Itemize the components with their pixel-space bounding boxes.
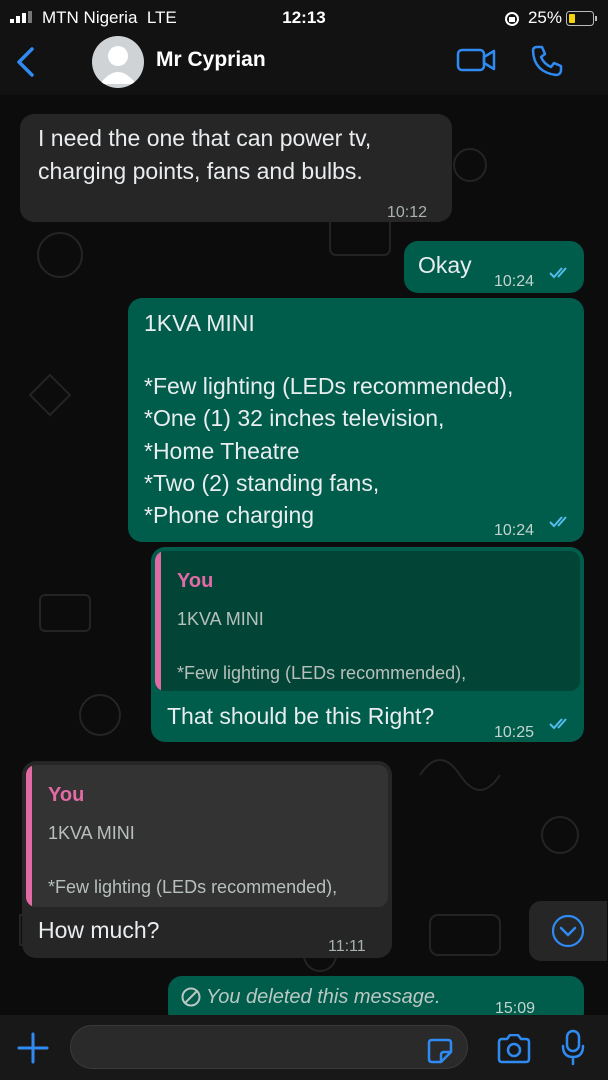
camera-icon[interactable] xyxy=(496,1034,532,1064)
message-text-line: *One (1) 32 inches television, xyxy=(144,405,445,431)
voice-call-icon[interactable] xyxy=(530,44,564,78)
status-bar: MTN Nigeria LTE 12:13 25% xyxy=(0,4,608,30)
microphone-icon[interactable] xyxy=(560,1029,586,1067)
top-bar: MTN Nigeria LTE 12:13 25% Mr Cyprian xyxy=(0,0,608,95)
quote-text: 1KVA MINI xyxy=(177,609,264,629)
quoted-message[interactable]: You 1KVA MINI *Few lighting (LEDs recomm… xyxy=(155,551,580,691)
message-text-line: 1KVA MINI xyxy=(144,310,255,336)
quote-text: *Few lighting (LEDs recommended), xyxy=(177,663,467,683)
chat-header: Mr Cyprian xyxy=(0,30,608,92)
message-time: 10:24 xyxy=(494,522,535,539)
quote-text: *Few lighting (LEDs recommended), xyxy=(48,877,338,897)
message-outgoing[interactable]: 1KVA MINI *Few lighting (LEDs recommende… xyxy=(128,298,584,542)
quote-accent-bar xyxy=(155,551,161,691)
scroll-down-button[interactable] xyxy=(529,901,607,961)
quoted-message[interactable]: You 1KVA MINI *Few lighting (LEDs recomm… xyxy=(26,765,388,907)
message-text-line: How much? xyxy=(38,917,160,943)
default-avatar-icon xyxy=(100,46,136,84)
message-text-line: *Phone charging xyxy=(144,502,315,528)
message-incoming[interactable]: You 1KVA MINI *Few lighting (LEDs recomm… xyxy=(22,761,392,958)
contact-name[interactable]: Mr Cyprian xyxy=(156,48,266,72)
message-incoming[interactable]: I need the one that can power tv, chargi… xyxy=(20,114,452,222)
video-call-icon[interactable] xyxy=(456,46,496,74)
battery-percent: 25% xyxy=(527,8,562,27)
plus-icon[interactable] xyxy=(16,1031,50,1065)
message-text-line: I need the one that can power tv, xyxy=(38,125,372,151)
battery-icon xyxy=(566,11,597,26)
avatar[interactable] xyxy=(92,36,144,88)
back-chevron-icon[interactable] xyxy=(14,46,38,78)
message-text-line: charging points, fans and bulbs. xyxy=(38,158,363,184)
read-receipt-icon xyxy=(549,718,567,730)
rotation-lock-icon xyxy=(505,12,519,26)
deleted-icon xyxy=(181,987,201,1007)
message-time: 10:12 xyxy=(387,204,428,221)
message-text-line: Okay xyxy=(418,252,472,278)
deleted-message-text: You deleted this message. xyxy=(206,986,441,1008)
message-text-line: *Home Theatre xyxy=(144,438,300,464)
message-time: 11:11 xyxy=(328,938,366,955)
quote-author: You xyxy=(177,570,214,592)
quote-author: You xyxy=(48,784,85,806)
scroll-down-icon xyxy=(551,914,585,948)
sticker-icon[interactable] xyxy=(426,1037,454,1065)
quote-accent-bar xyxy=(26,765,32,907)
message-text-line: That should be this Right? xyxy=(167,703,435,729)
message-time: 10:25 xyxy=(494,724,535,741)
read-receipt-icon xyxy=(549,516,567,528)
message-outgoing[interactable]: Okay 10:24 xyxy=(404,241,584,293)
message-outgoing[interactable]: You 1KVA MINI *Few lighting (LEDs recomm… xyxy=(151,547,584,742)
compose-bar xyxy=(0,1015,608,1080)
message-text-line: *Two (2) standing fans, xyxy=(144,470,380,496)
quote-text: 1KVA MINI xyxy=(48,823,135,843)
message-input[interactable] xyxy=(70,1025,468,1069)
message-text-line: *Few lighting (LEDs recommended), xyxy=(144,373,514,399)
read-receipt-icon xyxy=(549,267,567,279)
message-time: 10:24 xyxy=(494,273,535,290)
